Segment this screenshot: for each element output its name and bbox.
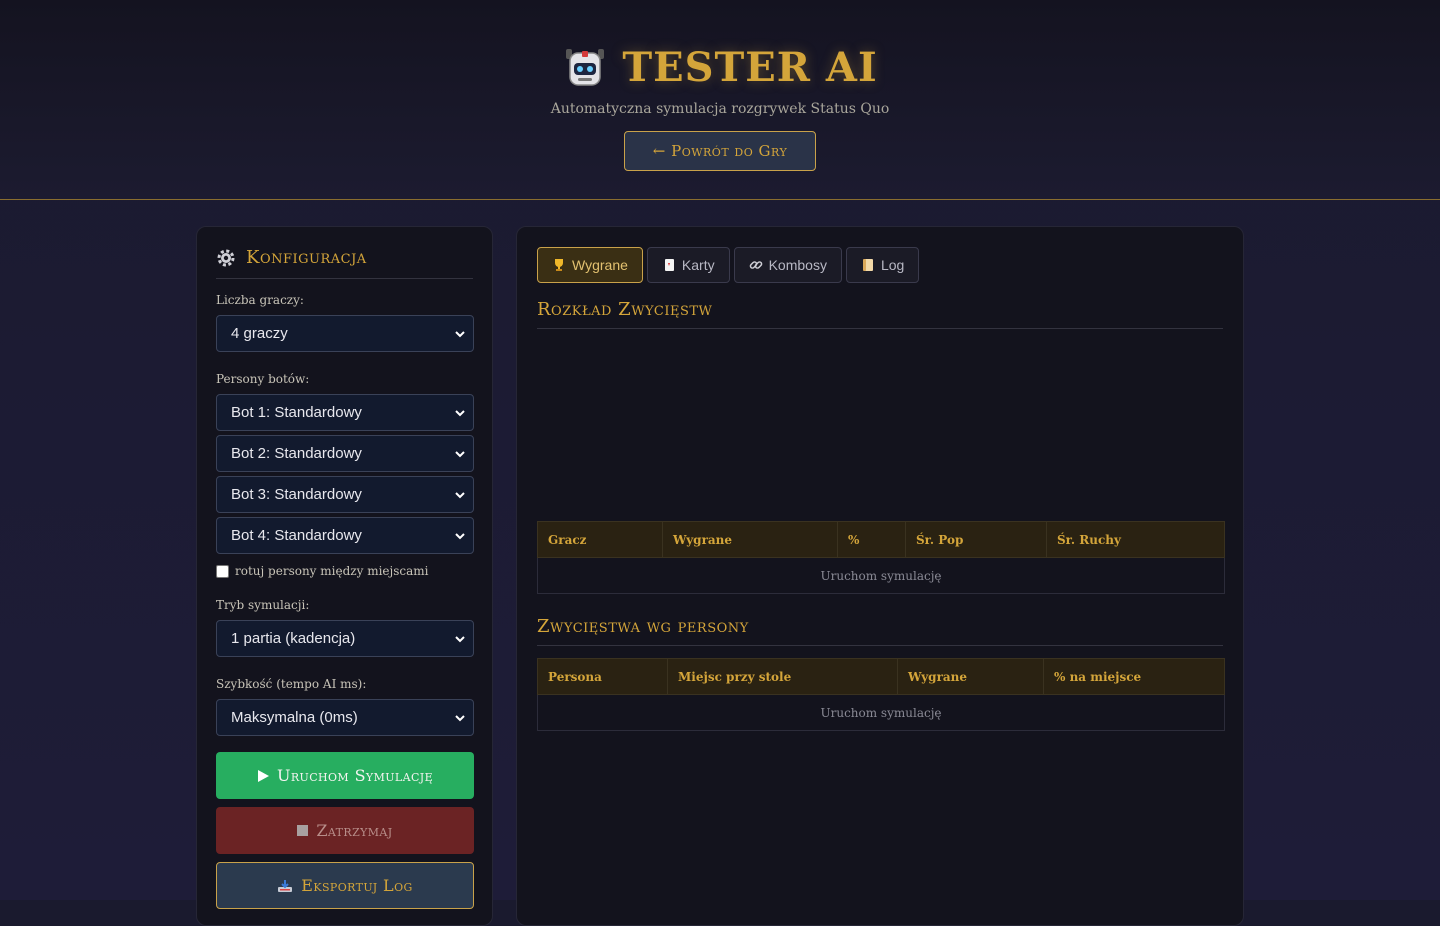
back-to-game-button[interactable]: ← Powrót do Gry — [624, 131, 816, 171]
col-seats: Miejsc przy stole — [667, 658, 898, 695]
app-title: TESTER AI — [622, 44, 878, 91]
speed-value: Maksymalna (0ms) — [231, 709, 358, 726]
tab-wins-label: Wygrane — [572, 257, 628, 273]
bot-3-value: Bot 3: Standardowy — [231, 486, 362, 503]
wins-table: Gracz Wygrane % Śr. Pop Śr. Ruchy Urucho… — [537, 521, 1225, 594]
robot-icon — [566, 48, 605, 86]
speed-select[interactable]: Maksymalna (0ms) — [216, 699, 474, 736]
wins-section-title: Rozkład Zwycięstw — [537, 299, 1223, 329]
chevron-down-icon — [455, 491, 465, 498]
page-subtitle: Automatyczna symulacja rozgrywek Status … — [550, 101, 890, 117]
bot-2-select[interactable]: Bot 2: Standardowy — [216, 435, 474, 472]
table-row: Uruchom symulację — [537, 557, 1225, 594]
bot-4-select[interactable]: Bot 4: Standardowy — [216, 517, 474, 554]
chevron-down-icon — [455, 714, 465, 721]
chevron-down-icon — [455, 635, 465, 642]
table-row: Uruchom symulację — [537, 694, 1225, 731]
chevron-down-icon — [455, 532, 465, 539]
tab-log-label: Log — [880, 257, 905, 273]
tab-cards[interactable]: Karty — [646, 247, 730, 283]
players-value: 4 graczy — [231, 325, 288, 342]
config-header: Konfiguracja — [216, 247, 473, 279]
results-tabs: Wygrane Karty Kombosy Log — [537, 247, 1223, 283]
tab-log[interactable]: Log — [845, 247, 920, 283]
run-simulation-button[interactable]: Uruchom Symulację — [216, 752, 474, 799]
run-label: Uruchom Symulację — [276, 766, 434, 785]
bot-3-select[interactable]: Bot 3: Standardowy — [216, 476, 474, 513]
chevron-down-icon — [455, 330, 465, 337]
rotate-personas-label: rotuj persony między miejscami — [235, 564, 429, 578]
mode-value: 1 partia (kadencja) — [231, 630, 356, 647]
stop-button[interactable]: Zatrzymaj — [216, 807, 474, 854]
col-persona: Persona — [537, 658, 668, 695]
trophy-icon — [555, 259, 563, 271]
gear-icon — [217, 249, 235, 266]
wins-chart-area — [537, 329, 1223, 521]
rotate-personas-checkbox[interactable] — [216, 564, 229, 578]
card-icon — [664, 259, 674, 271]
play-icon — [257, 769, 269, 782]
bot-1-select[interactable]: Bot 1: Standardowy — [216, 394, 474, 431]
col-persona-wins: Wygrane — [897, 658, 1044, 695]
col-avg-pop: Śr. Pop — [905, 521, 1047, 558]
bot-4-value: Bot 4: Standardowy — [231, 527, 362, 544]
rotate-personas-row: rotuj persony między miejscami — [216, 564, 473, 578]
results-panel: Wygrane Karty Kombosy Log Rozkład Zwycię… — [516, 226, 1244, 926]
bot-1-value: Bot 1: Standardowy — [231, 404, 362, 421]
config-panel: Konfiguracja Liczba graczy: 4 graczy Per… — [196, 226, 493, 926]
tab-combos[interactable]: Kombosy — [733, 247, 842, 283]
page-header: TESTER AI Automatyczna symulacja rozgryw… — [0, 0, 1440, 200]
wins-empty-message: Uruchom symulację — [537, 557, 1225, 594]
players-label: Liczba graczy: — [216, 293, 304, 307]
export-log-button[interactable]: Eksportuj Log — [216, 862, 474, 909]
wins-table-header: Gracz Wygrane % Śr. Pop Śr. Ruchy — [537, 521, 1225, 558]
tab-combos-label: Kombosy — [768, 257, 827, 273]
persona-section-title: Zwycięstwa wg persony — [537, 616, 1223, 646]
scroll-icon — [862, 259, 873, 271]
bot-2-value: Bot 2: Standardowy — [231, 445, 362, 462]
mode-label: Tryb symulacji: — [216, 598, 310, 612]
tab-cards-label: Karty — [681, 257, 715, 273]
chevron-down-icon — [455, 409, 465, 416]
export-label: Eksportuj Log — [301, 876, 413, 895]
col-wins: Wygrane — [662, 521, 838, 558]
col-player: Gracz — [537, 521, 663, 558]
col-avg-moves: Śr. Ruchy — [1046, 521, 1225, 558]
download-tray-icon — [278, 879, 293, 892]
persona-table: Persona Miejsc przy stole Wygrane % na m… — [537, 658, 1225, 731]
col-percent-per-seat: % na miejsce — [1043, 658, 1225, 695]
persona-table-header: Persona Miejsc przy stole Wygrane % na m… — [537, 658, 1225, 695]
title-row: TESTER AI — [0, 44, 1440, 91]
col-percent: % — [837, 521, 906, 558]
stop-icon — [297, 825, 309, 836]
personas-label: Persony botów: — [216, 372, 310, 386]
chevron-down-icon — [455, 450, 465, 457]
players-select[interactable]: 4 graczy — [216, 315, 474, 352]
stop-label: Zatrzymaj — [316, 821, 393, 840]
link-icon — [749, 261, 762, 269]
tab-wins[interactable]: Wygrane — [537, 247, 643, 283]
speed-label: Szybkość (tempo AI ms): — [216, 677, 367, 691]
mode-select[interactable]: 1 partia (kadencja) — [216, 620, 474, 657]
config-title: Konfiguracja — [246, 247, 367, 268]
persona-empty-message: Uruchom symulację — [537, 694, 1225, 731]
